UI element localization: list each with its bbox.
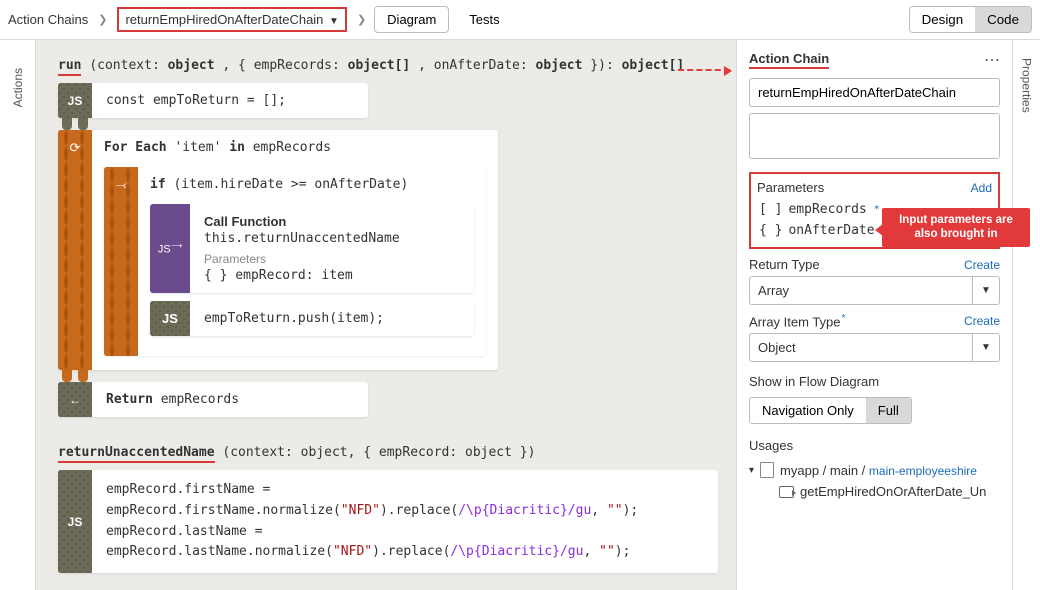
right-rail-label[interactable]: Properties bbox=[1020, 58, 1034, 113]
action-chain-icon bbox=[779, 486, 794, 498]
chevron-down-icon[interactable]: ▼ bbox=[972, 276, 1000, 305]
callout-annotation: Input parameters are also brought in bbox=[882, 208, 1030, 247]
return-type-label: Return Type bbox=[749, 257, 820, 272]
file-icon bbox=[760, 462, 774, 478]
foreach-node[interactable]: ⟳ For Each 'item' in empRecords ⤙ if (it… bbox=[58, 130, 498, 370]
panel-title: Action Chain bbox=[749, 51, 829, 69]
tab-tests[interactable]: Tests bbox=[457, 7, 511, 32]
js-node-const[interactable]: JS const empToReturn = []; bbox=[58, 83, 368, 118]
toggle-design[interactable]: Design bbox=[910, 7, 976, 32]
return-icon: ← bbox=[58, 382, 92, 417]
call-function-icon: JS⟶ bbox=[150, 204, 190, 293]
chevron-down-icon: ▼ bbox=[329, 16, 339, 27]
usages-label: Usages bbox=[749, 438, 1000, 453]
branch-icon: ⤙ bbox=[104, 167, 138, 356]
more-menu-icon[interactable]: ⋯ bbox=[984, 50, 1000, 70]
diagram-canvas: run (context: object , { empRecords: obj… bbox=[36, 40, 736, 590]
show-in-flow-label: Show in Flow Diagram bbox=[749, 374, 879, 389]
array-item-type-select[interactable]: Object bbox=[749, 333, 972, 362]
chevron-right-icon: ❯ bbox=[357, 13, 366, 26]
create-array-item-link[interactable]: Create bbox=[964, 314, 1000, 328]
return-type-select[interactable]: Array bbox=[749, 276, 972, 305]
parameters-label: Parameters bbox=[757, 180, 824, 195]
usage-child[interactable]: getEmpHiredOnOrAfterDate_Un bbox=[749, 481, 1000, 502]
create-return-type-link[interactable]: Create bbox=[964, 258, 1000, 272]
tab-diagram[interactable]: Diagram bbox=[374, 6, 449, 33]
return-node[interactable]: ← Return empRecords bbox=[58, 382, 368, 417]
seg-navigation-only[interactable]: Navigation Only bbox=[750, 398, 866, 423]
js-node-push[interactable]: JS empToReturn.push(item); bbox=[150, 301, 474, 336]
left-rail-label[interactable]: Actions bbox=[11, 68, 25, 107]
right-rail: Properties bbox=[1012, 40, 1040, 590]
add-parameter-link[interactable]: Add bbox=[971, 181, 992, 195]
function-signature-run: run (context: object , { empRecords: obj… bbox=[58, 58, 714, 73]
js-icon: JS bbox=[150, 301, 190, 336]
chevron-down-icon[interactable]: ▼ bbox=[972, 333, 1000, 362]
array-item-type-label: Array Item Type bbox=[749, 314, 841, 329]
if-node[interactable]: ⤙ if (item.hireDate >= onAfterDate) JS⟶ … bbox=[104, 167, 486, 356]
js-node-normalize[interactable]: JS empRecord.firstName = empRecord.first… bbox=[58, 470, 718, 573]
chevron-right-icon: ❯ bbox=[98, 13, 107, 26]
annotation-arrow-icon bbox=[678, 69, 730, 71]
properties-panel: Action Chain ⋯ Parameters Add [ ] empRec… bbox=[736, 40, 1012, 590]
loop-icon: ⟳ bbox=[58, 130, 92, 370]
call-function-node[interactable]: JS⟶ Call Function this.returnUnaccentedN… bbox=[150, 204, 474, 293]
seg-full[interactable]: Full bbox=[866, 398, 911, 423]
breadcrumb: Action Chains ❯ returnEmpHiredOnAfterDat… bbox=[8, 7, 366, 32]
foreach-header: For Each 'item' in empRecords bbox=[104, 140, 486, 155]
collapse-icon[interactable]: ▾ bbox=[749, 465, 754, 476]
if-condition: if (item.hireDate >= onAfterDate) bbox=[150, 177, 474, 192]
js-icon: JS bbox=[58, 470, 92, 573]
chain-id-input[interactable] bbox=[749, 78, 1000, 107]
breadcrumb-root[interactable]: Action Chains bbox=[8, 12, 88, 27]
usage-parent[interactable]: ▾ myapp / main / main-employeeshire bbox=[749, 459, 1000, 481]
function-signature-returnUnaccentedName: returnUnaccentedName (context: object, {… bbox=[58, 445, 714, 460]
toggle-code[interactable]: Code bbox=[975, 7, 1031, 32]
view-toggle: Design Code bbox=[909, 6, 1032, 33]
show-in-flow-toggle: Navigation Only Full bbox=[749, 397, 912, 424]
js-icon: JS bbox=[58, 83, 92, 118]
breadcrumb-current[interactable]: returnEmpHiredOnAfterDateChain ▼ bbox=[117, 7, 347, 32]
left-rail: Actions bbox=[0, 40, 36, 590]
chain-description-input[interactable] bbox=[749, 113, 1000, 159]
